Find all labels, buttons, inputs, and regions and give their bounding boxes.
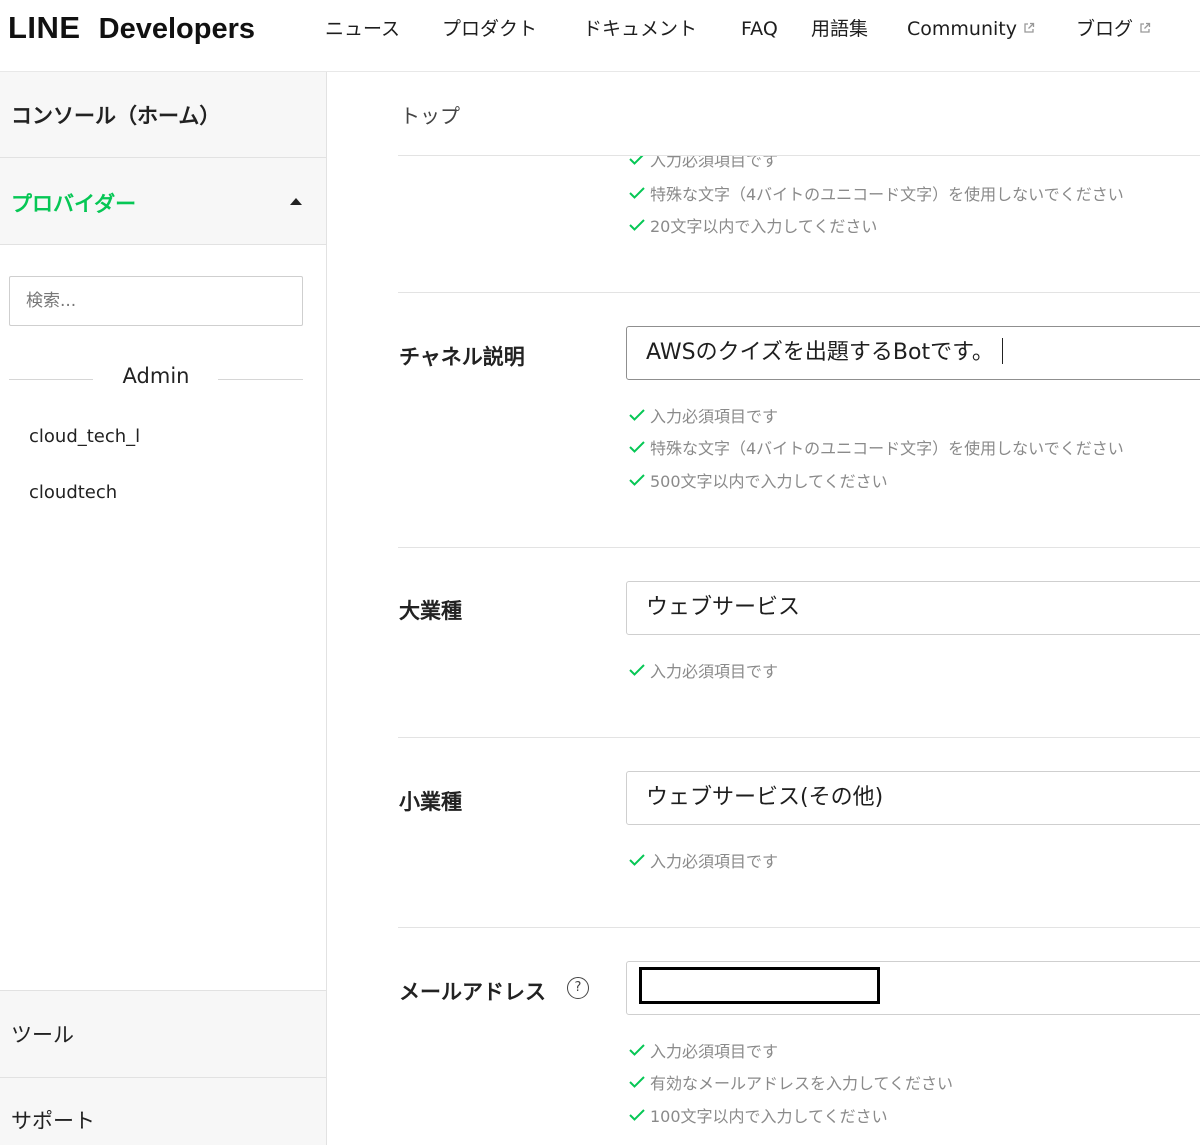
email-label: メールアドレス [399,980,546,1004]
providers-heading: プロバイダー [11,192,137,216]
sidebar-item-tools[interactable]: ツール [0,990,326,1078]
help-icon[interactable]: ? [567,977,589,999]
provider-item[interactable]: cloud_tech_l [29,426,140,447]
minor-industry-label: 小業種 [399,790,462,814]
nav-faq[interactable]: FAQ [741,16,778,42]
validation-rule: 20文字以内で入力してください [628,213,877,237]
validation-rule: 有効なメールアドレスを入力してください [628,1070,953,1094]
logo-developers-text: Developers [98,13,255,45]
sidebar-item-console-home[interactable]: コンソール（ホーム） [0,72,326,158]
validation-rule: 500文字以内で入力してください [628,468,888,492]
channel-description-label: チャネル説明 [399,345,525,369]
top-navigation-bar: LINE Developers ニュース プロダクト ドキュメント FAQ 用語… [0,0,1200,72]
divider [398,547,1200,548]
minor-industry-select[interactable]: ウェブサービス(その他) [626,771,1200,825]
validation-rule: 特殊な文字（4バイトのユニコード文字）を使用しないでください [628,181,1124,205]
nav-products[interactable]: プロダクト [442,16,537,42]
sidebar-item-label: サポート [11,1109,95,1133]
divider [398,927,1200,928]
caret-up-icon[interactable] [290,198,302,205]
check-icon [629,664,645,676]
check-icon [629,1076,645,1088]
line-developers-logo[interactable]: LINE Developers [8,10,255,50]
nav-community[interactable]: Community [907,16,1035,42]
provider-search-input[interactable] [9,276,303,326]
channel-description-input[interactable]: AWSのクイズを出題するBotです。 [626,326,1200,380]
validation-rule: 100文字以内で入力してください [628,1103,888,1127]
major-industry-select[interactable]: ウェブサービス [626,581,1200,635]
check-icon [629,409,645,421]
external-link-icon [1140,22,1151,33]
sidebar-item-support[interactable]: サポート [0,1078,326,1145]
provider-group-heading: Admin [122,364,190,388]
logo-line-text: LINE [8,10,81,45]
nav-documents[interactable]: ドキュメント [583,16,697,42]
check-icon [629,1044,645,1056]
validation-rule: 入力必須項目です [628,403,778,427]
sidebar-item-label: コンソール（ホーム） [11,104,221,128]
text-cursor [1001,338,1003,364]
redaction-box [639,967,880,1004]
email-input[interactable] [626,961,1200,1015]
check-icon [629,219,645,231]
divider [398,737,1200,738]
clipped-rule-row: 入力必須項目です [398,156,1200,170]
validation-rule: 入力必須項目です [628,1038,778,1062]
nav-glossary[interactable]: 用語集 [811,16,868,42]
validation-rule: 特殊な文字（4バイトのユニコード文字）を使用しないでください [628,435,1124,459]
check-icon [629,1109,645,1121]
nav-blog[interactable]: ブログ [1076,16,1151,42]
check-icon [629,441,645,453]
nav-news[interactable]: ニュース [325,16,400,42]
check-icon [629,854,645,866]
divider [398,292,1200,293]
divider-right [218,379,303,380]
check-icon [629,187,645,199]
validation-rule: 入力必須項目です [628,658,778,682]
check-icon [629,156,644,165]
sidebar: コンソール（ホーム） プロバイダー Admin cloud_tech_l clo… [0,72,327,1145]
major-industry-label: 大業種 [399,599,462,623]
check-icon [629,474,645,486]
breadcrumb-top[interactable]: トップ [400,100,460,129]
validation-rule: 入力必須項目です [628,156,778,170]
sidebar-section-providers[interactable]: プロバイダー [0,158,326,245]
provider-item[interactable]: cloudtech [29,482,117,503]
sidebar-item-label: ツール [11,1023,74,1047]
external-link-icon [1024,22,1035,33]
validation-rule: 入力必須項目です [628,848,778,872]
